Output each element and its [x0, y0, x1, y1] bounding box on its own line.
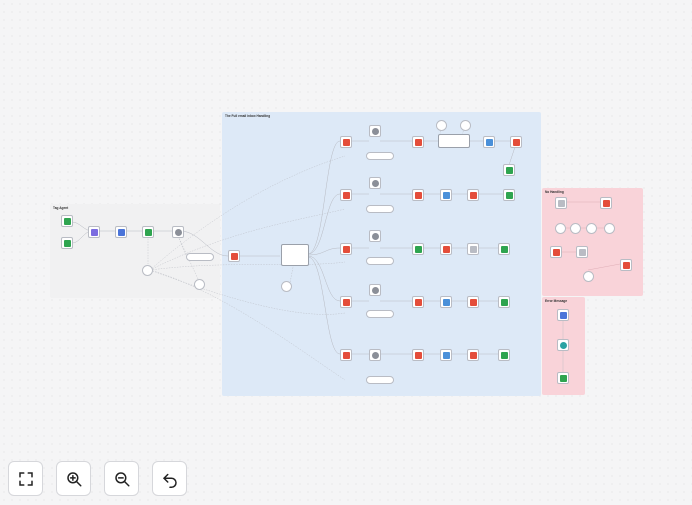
- row1-sheets-node[interactable]: [503, 164, 515, 176]
- row2-gmail-node[interactable]: [340, 189, 352, 201]
- row5-agent-node[interactable]: [369, 349, 381, 361]
- row5-tool-node[interactable]: [366, 376, 394, 384]
- undo-button[interactable]: [152, 461, 187, 496]
- row4-gmail-2-node[interactable]: [467, 296, 479, 308]
- nh-model-2-node[interactable]: [570, 223, 581, 234]
- row5-sheets-node[interactable]: [498, 349, 510, 361]
- row4-ai-node[interactable]: [440, 296, 452, 308]
- row1-model-node[interactable]: [436, 120, 447, 131]
- text-classifier-node[interactable]: [281, 244, 309, 266]
- row2-ai-node[interactable]: [440, 189, 452, 201]
- google-drive-trigger-node[interactable]: [61, 215, 73, 227]
- row2-sheets-node[interactable]: [503, 189, 515, 201]
- nh-filter-node[interactable]: [576, 246, 588, 258]
- error-sheets-node[interactable]: [557, 372, 569, 384]
- row1-memory-node[interactable]: [460, 120, 471, 131]
- nh-model-4-node[interactable]: [604, 223, 615, 234]
- fit-view-icon: [18, 471, 33, 486]
- row1-tool-node[interactable]: [366, 152, 394, 160]
- nh-gmail-2-node[interactable]: [550, 246, 562, 258]
- zoom-out-icon: [114, 471, 129, 486]
- tag-agent-node[interactable]: [172, 226, 184, 238]
- row2-tool-node[interactable]: [366, 205, 394, 213]
- gmail-trigger-node[interactable]: [228, 250, 240, 262]
- row3-sheets-node[interactable]: [498, 243, 510, 255]
- chat-model-node[interactable]: [142, 265, 153, 276]
- error-ai-node[interactable]: [557, 339, 569, 351]
- classifier-model-node[interactable]: [281, 281, 292, 292]
- row4-tool-node[interactable]: [366, 310, 394, 318]
- row5-gmail-2-node[interactable]: [467, 349, 479, 361]
- row1-gmail-node[interactable]: [340, 136, 352, 148]
- nh-model-node[interactable]: [555, 223, 566, 234]
- row3-tool-node[interactable]: [366, 257, 394, 265]
- fit-view-button[interactable]: [8, 461, 43, 496]
- row3-ai-node[interactable]: [467, 243, 479, 255]
- zoom-in-icon: [66, 471, 81, 486]
- output-parser-node[interactable]: [194, 279, 205, 290]
- http-request-node[interactable]: [115, 226, 127, 238]
- nh-gmail-node[interactable]: [600, 197, 612, 209]
- undo-icon: [162, 473, 177, 488]
- nh-model-3-node[interactable]: [586, 223, 597, 234]
- error-trigger-node[interactable]: [557, 309, 569, 321]
- tool-node[interactable]: [186, 253, 214, 261]
- row1-calendar-node[interactable]: [483, 136, 495, 148]
- row1-gmail-2-node[interactable]: [510, 136, 522, 148]
- nh-tool-node[interactable]: [583, 271, 594, 282]
- zoom-in-button[interactable]: [56, 461, 91, 496]
- sticky-title: No Handling: [545, 190, 564, 194]
- sticky-title: Error Message: [545, 299, 568, 303]
- row4-gmail-node[interactable]: [340, 296, 352, 308]
- zoom-out-button[interactable]: [104, 461, 139, 496]
- row3-gmail-node[interactable]: [340, 243, 352, 255]
- workflow-canvas[interactable]: Tag Agent The Full email inbox Handling …: [0, 0, 692, 505]
- edit-fields-node[interactable]: [88, 226, 100, 238]
- row2-gmail-reply-node[interactable]: [412, 189, 424, 201]
- row5-ai-node[interactable]: [440, 349, 452, 361]
- row3-agent-node[interactable]: [369, 230, 381, 242]
- row2-gmail-2-node[interactable]: [467, 189, 479, 201]
- row1-agent-2-node[interactable]: [438, 134, 470, 148]
- row1-gmail-reply-node[interactable]: [412, 136, 424, 148]
- row2-agent-node[interactable]: [369, 177, 381, 189]
- row4-gmail-reply-node[interactable]: [412, 296, 424, 308]
- row3-gmail-reply-node[interactable]: [440, 243, 452, 255]
- google-drive-node[interactable]: [142, 226, 154, 238]
- nh-gmail-trigger-node[interactable]: [555, 197, 567, 209]
- row5-gmail-node[interactable]: [340, 349, 352, 361]
- sticky-title: The Full email inbox Handling: [225, 114, 271, 118]
- row4-agent-node[interactable]: [369, 284, 381, 296]
- canvas-controls: [8, 461, 187, 496]
- row1-agent-node[interactable]: [369, 125, 381, 137]
- google-drive-trigger-node-2[interactable]: [61, 237, 73, 249]
- sticky-title: Tag Agent: [53, 206, 69, 210]
- row4-sheets-node[interactable]: [498, 296, 510, 308]
- nh-gmail-3-node[interactable]: [620, 259, 632, 271]
- row3-filter-node[interactable]: [412, 243, 424, 255]
- row5-gmail-reply-node[interactable]: [412, 349, 424, 361]
